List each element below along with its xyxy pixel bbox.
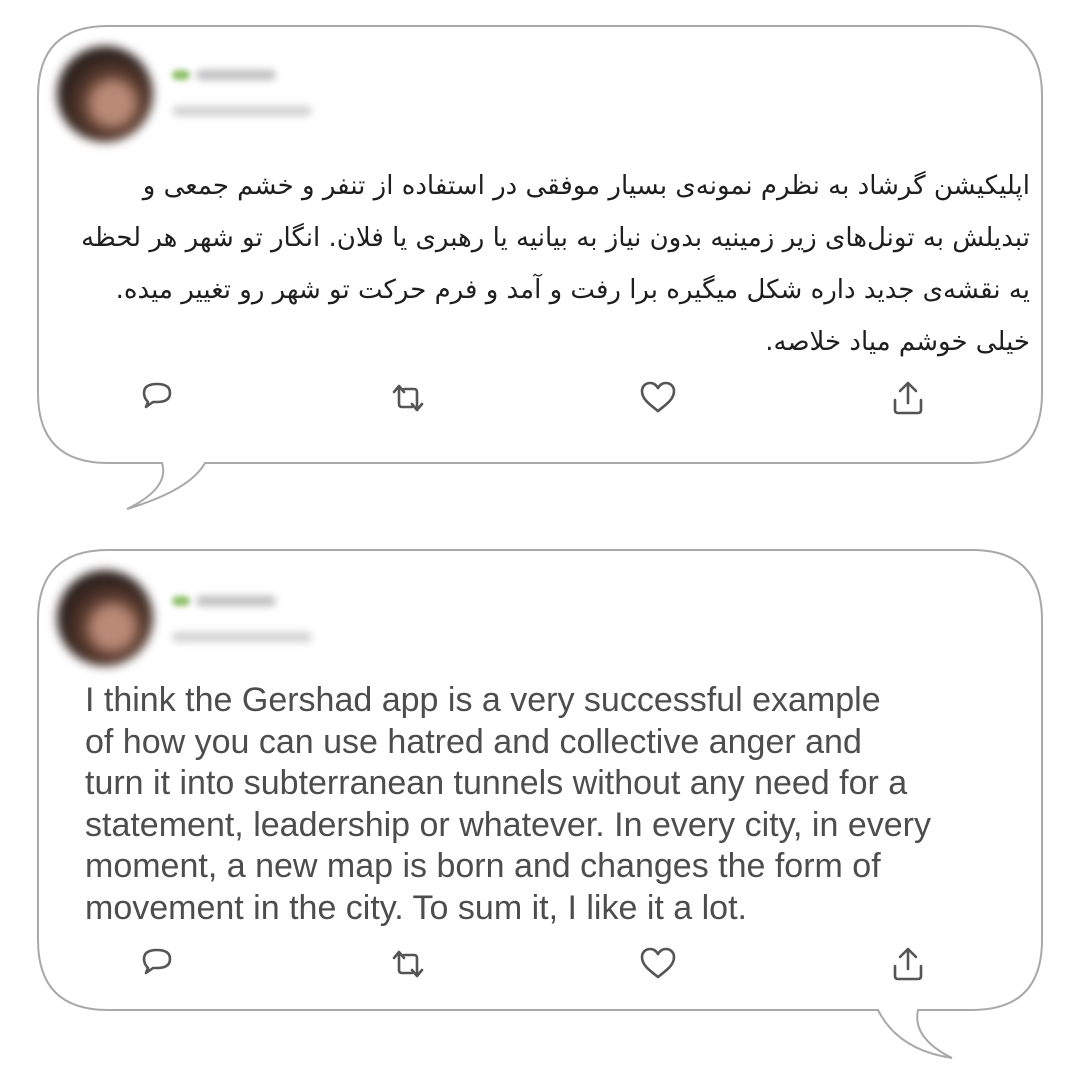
retweet-icon bbox=[392, 950, 424, 978]
share-icon bbox=[893, 381, 923, 415]
retweet-button[interactable] bbox=[382, 372, 434, 424]
reply-button[interactable] bbox=[131, 372, 183, 424]
display-name-blurred[interactable] bbox=[196, 70, 276, 80]
handle-blurred[interactable] bbox=[172, 106, 312, 116]
tweet-text: اپلیکیشن گرشاد به نظرم نمونه‌ی بسیار موف… bbox=[81, 171, 1030, 357]
reply-icon bbox=[142, 382, 172, 409]
like-icon bbox=[640, 947, 676, 979]
tweet-text: I think the Gershad app is a very succes… bbox=[85, 681, 931, 927]
retweet-button[interactable] bbox=[382, 938, 434, 990]
like-button[interactable] bbox=[632, 372, 684, 424]
share-button[interactable] bbox=[882, 938, 934, 990]
avatar[interactable] bbox=[57, 570, 153, 666]
reply-button[interactable] bbox=[131, 938, 183, 990]
share-icon bbox=[893, 947, 923, 981]
verified-icon bbox=[172, 70, 190, 80]
share-button[interactable] bbox=[882, 372, 934, 424]
like-button[interactable] bbox=[632, 938, 684, 990]
like-icon bbox=[640, 381, 676, 413]
retweet-icon bbox=[392, 384, 424, 412]
display-name-blurred[interactable] bbox=[196, 596, 276, 606]
reply-icon bbox=[142, 948, 172, 975]
avatar[interactable] bbox=[57, 46, 153, 142]
handle-blurred[interactable] bbox=[172, 632, 312, 642]
verified-icon bbox=[172, 596, 190, 606]
